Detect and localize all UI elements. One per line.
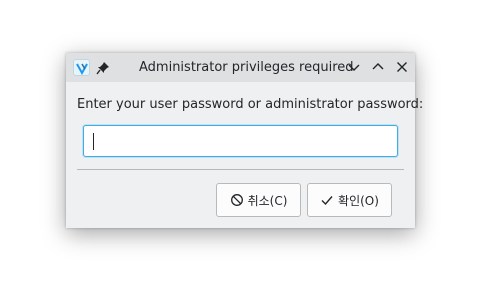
cancel-circle-icon (230, 194, 243, 206)
checkmark-icon (321, 196, 333, 206)
pin-icon[interactable] (96, 60, 110, 75)
password-prompt: Enter your user password or administrato… (77, 97, 424, 112)
window-title: Administrator privileges required (139, 60, 354, 75)
chevron-down-icon[interactable] (346, 59, 362, 75)
password-field[interactable] (83, 125, 398, 157)
cancel-button[interactable]: 취소(C) (216, 183, 301, 217)
cancel-button-label: 취소(C) (247, 193, 288, 208)
chevron-up-icon[interactable] (370, 59, 386, 75)
separator (77, 169, 404, 170)
password-dialog: Administrator privileges required Enter … (66, 53, 423, 228)
ok-button[interactable]: 확인(O) (307, 183, 392, 217)
kde-app-icon[interactable] (73, 59, 90, 76)
ok-button-label: 확인(O) (338, 193, 379, 208)
close-icon[interactable] (394, 59, 410, 75)
title-bar[interactable]: Administrator privileges required (66, 53, 415, 82)
text-caret (93, 133, 94, 150)
screen: Administrator privileges required Enter … (0, 0, 481, 306)
